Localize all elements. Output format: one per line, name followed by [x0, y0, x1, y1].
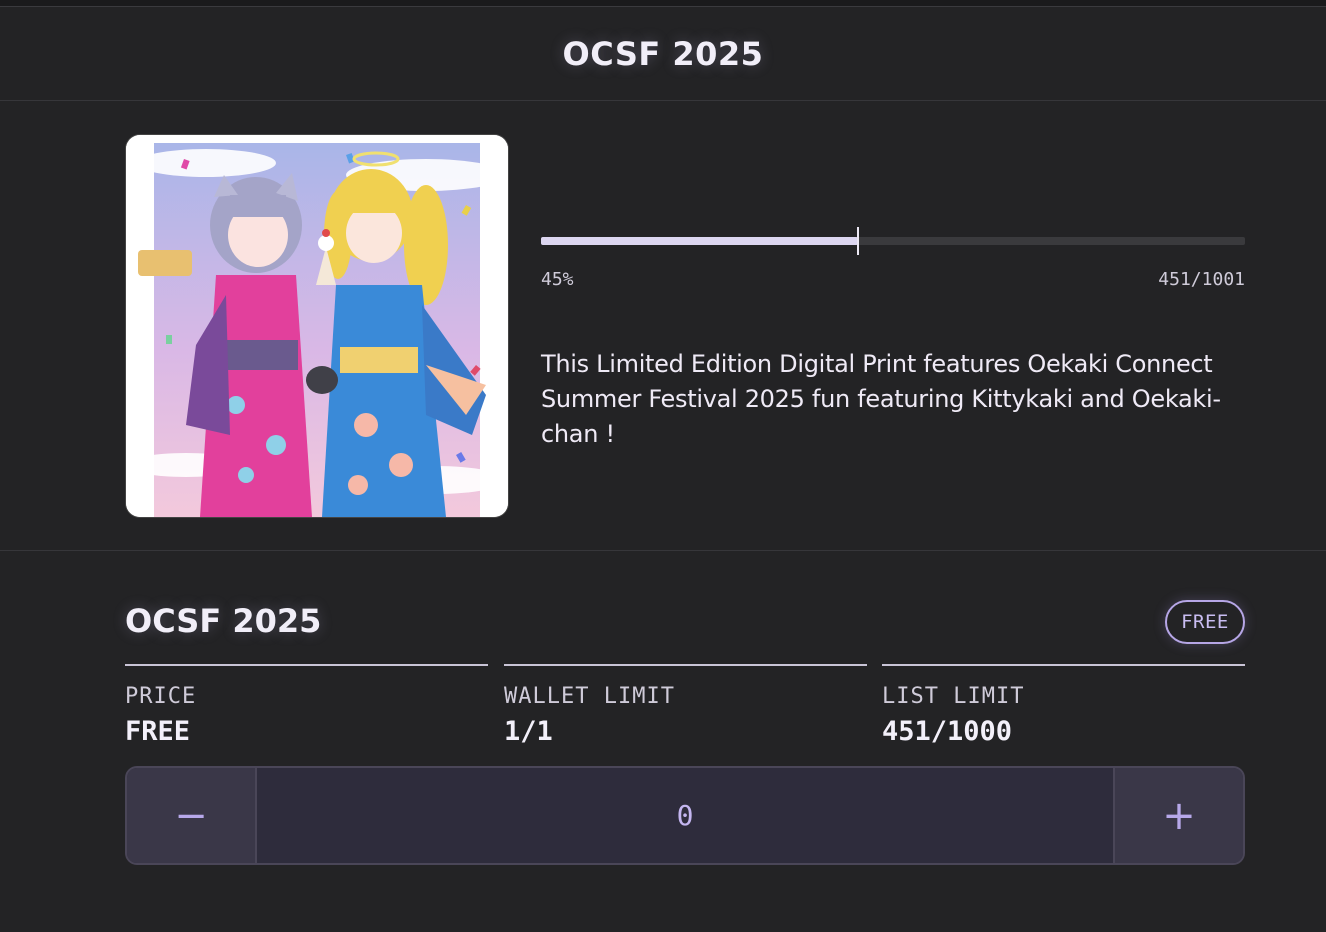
decrement-button[interactable]: − — [127, 768, 257, 863]
plus-icon: + — [1162, 792, 1196, 839]
artwork-image — [126, 135, 508, 517]
stat-value: 1/1 — [504, 716, 553, 747]
quantity-stepper: − 0 + — [125, 766, 1245, 865]
page-header: OCSF 2025 — [0, 7, 1326, 101]
mint-progress: 45% 451/1001 — [541, 227, 1245, 290]
mint-title: OCSF 2025 — [125, 602, 322, 640]
price-badge: FREE — [1165, 600, 1245, 644]
stat-wallet-limit: WALLET LIMIT 1/1 — [504, 664, 867, 750]
stat-value: FREE — [125, 716, 191, 747]
stat-label: LIST LIMIT — [882, 684, 1025, 709]
stat-list-limit: LIST LIMIT 451/1000 — [882, 664, 1245, 750]
progress-marker — [856, 227, 859, 255]
stat-value: 451/1000 — [882, 716, 1013, 747]
quantity-value[interactable]: 0 — [257, 768, 1113, 863]
artwork-illustration — [126, 135, 508, 517]
stat-price: PRICE FREE — [125, 664, 488, 750]
minus-icon: − — [174, 792, 208, 839]
hero-section: 45% 451/1001 This Limited Edition Digita… — [0, 101, 1326, 551]
mint-stats: PRICE FREE WALLET LIMIT 1/1 LIST LIMIT 4… — [125, 664, 1245, 754]
stat-label: WALLET LIMIT — [504, 684, 675, 709]
progress-labels: 45% 451/1001 — [541, 269, 1245, 290]
progress-bar — [541, 227, 1245, 255]
stat-label: PRICE — [125, 684, 197, 709]
increment-button[interactable]: + — [1113, 768, 1243, 863]
top-edge — [0, 0, 1326, 7]
progress-percent: 45% — [541, 269, 574, 290]
item-description: This Limited Edition Digital Print featu… — [541, 350, 1221, 448]
page-title: OCSF 2025 — [562, 34, 764, 73]
progress-fill — [541, 237, 858, 245]
progress-count: 451/1001 — [1158, 269, 1245, 290]
